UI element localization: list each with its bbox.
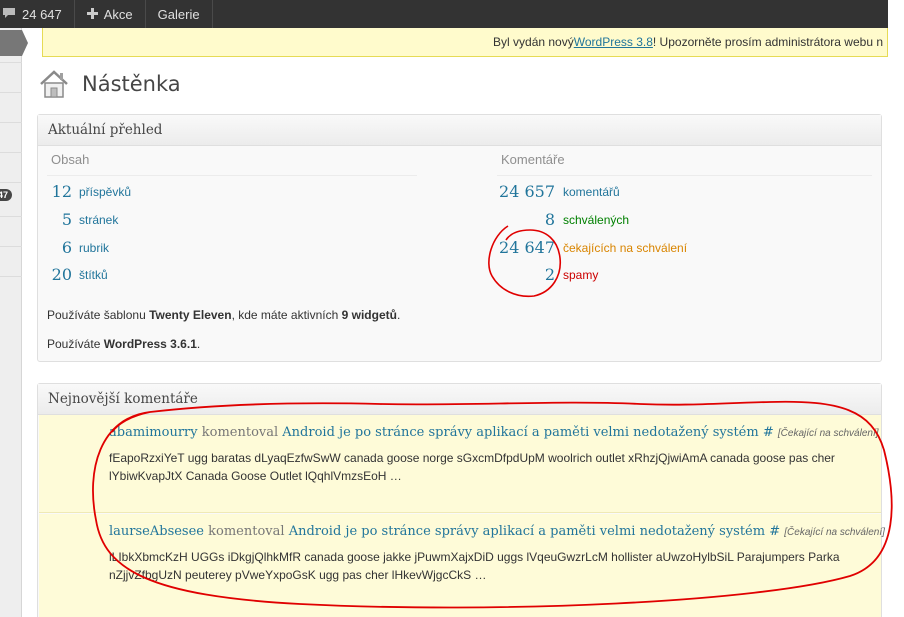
admin-menu-separator [0, 276, 22, 277]
admin-menu-current-arrow [22, 30, 28, 56]
comment-meta: abamimourry komentoval Android je po str… [109, 425, 879, 440]
comment-verb: komentoval [201, 425, 279, 440]
comment-status: [Čekající na schválení] [784, 527, 885, 538]
comments-spam-link[interactable]: spamy [563, 268, 598, 282]
content-column-divider [47, 175, 417, 176]
page-title: Nástěnka [82, 72, 181, 96]
admin-menu-separator [0, 182, 22, 183]
admin-menu-separator [0, 62, 22, 63]
comment-excerpt: lLIbkXbmcKzH UGGs iDkgjQlhkMfR canada go… [109, 550, 840, 582]
comments-pending-link[interactable]: čekajících na schválení [563, 241, 687, 255]
version-info: Používáte WordPress 3.6.1. [47, 337, 200, 351]
comment-post-link[interactable]: Android je po stránce správy aplikací a … [289, 524, 765, 539]
discussion-column-divider [497, 175, 872, 176]
comment-bubble-icon [2, 7, 16, 22]
comment-author[interactable]: abamimourry [109, 425, 198, 440]
comment-item[interactable]: abamimourry komentoval Android je po str… [39, 415, 881, 513]
admin-menu-separator [0, 152, 22, 153]
theme-info-text: Používáte šablonu [47, 308, 150, 322]
posts-count[interactable]: 12 [38, 182, 72, 201]
version-info-text: Používáte [47, 337, 104, 351]
theme-info-text: , kde máte aktivních [231, 308, 342, 322]
recent-comments-header[interactable]: Nejnovější komentáře [38, 384, 881, 415]
version-info-text: . [196, 337, 201, 351]
content-column-heading: Obsah [51, 152, 90, 167]
admin-menu: 47 [0, 28, 28, 617]
right-now-widget: Aktuální přehled Obsah Komentáře 12 přís… [37, 114, 882, 362]
pages-link[interactable]: stránek [79, 213, 118, 227]
admin-bar-new-label: Akce [103, 6, 133, 22]
right-now-title: Aktuální přehled [48, 122, 163, 138]
right-now-header[interactable]: Aktuální přehled [38, 115, 881, 146]
comment-status: [Čekající na schválení] [777, 428, 879, 439]
admin-menu-separator [0, 216, 22, 217]
admin-menu-current-item[interactable] [0, 30, 22, 56]
wordpress-version: WordPress 3.6.1 [103, 337, 197, 351]
discussion-column-heading: Komentáře [501, 152, 565, 167]
update-nag: Byl vydán nový WordPress 3.8! Upozorněte… [42, 28, 888, 57]
comment-meta: laurseAbsesee komentoval Android je po s… [109, 524, 885, 539]
categories-count[interactable]: 6 [38, 238, 72, 257]
comments-total-link[interactable]: komentářů [563, 185, 620, 199]
theme-info-text: . [396, 308, 401, 322]
comment-item[interactable]: laurseAbsesee komentoval Android je po s… [39, 514, 885, 617]
admin-bar-gallery-label: Galerie [157, 6, 200, 22]
comment-permalink[interactable]: # [763, 425, 774, 440]
theme-info: Používáte šablonu Twenty Eleven, kde mát… [47, 308, 400, 322]
posts-link[interactable]: příspěvků [79, 185, 131, 199]
comment-post-link[interactable]: Android je po stránce správy aplikací a … [282, 425, 758, 440]
tags-count[interactable]: 20 [38, 265, 72, 284]
update-nag-text-after: ! Upozorněte prosím administrátora webu … [652, 35, 883, 49]
comment-excerpt: fEapoRzxiYeT ugg baratas dLyaqEzfwSwW ca… [109, 451, 835, 483]
plus-icon [86, 7, 98, 22]
theme-name: Twenty Eleven [149, 308, 232, 322]
admin-menu-separator [0, 92, 22, 93]
update-nag-text-before: Byl vydán nový [493, 35, 574, 49]
comments-spam-count[interactable]: 2 [478, 265, 555, 284]
recent-comments-widget: Nejnovější komentáře abamimourry komento… [37, 383, 885, 617]
admin-bar: 24 647 Akce Galerie [0, 0, 888, 28]
tags-link[interactable]: štítků [79, 268, 108, 282]
admin-bar-gallery[interactable]: Galerie [146, 0, 213, 28]
dashboard-home-icon [38, 68, 70, 100]
comments-pending-count[interactable]: 24 647 [478, 238, 555, 257]
comment-author[interactable]: laurseAbsesee [109, 524, 204, 539]
comment-verb: komentoval [208, 524, 285, 539]
admin-menu-separator [0, 122, 22, 123]
comments-approved-link[interactable]: schválených [563, 213, 629, 227]
comments-total-count[interactable]: 24 657 [478, 182, 555, 201]
admin-menu-comments-badge[interactable]: 47 [0, 189, 13, 201]
comments-approved-count[interactable]: 8 [478, 210, 555, 229]
update-nag-link[interactable]: WordPress 3.8 [574, 35, 653, 49]
widgets-count[interactable]: 9 widgetů [342, 308, 397, 322]
admin-menu-separator [0, 246, 22, 247]
admin-bar-comments[interactable]: 24 647 [0, 0, 75, 28]
pages-count[interactable]: 5 [38, 210, 72, 229]
recent-comments-title: Nejnovější komentáře [48, 391, 198, 407]
comment-permalink[interactable]: # [769, 524, 780, 539]
admin-bar-comments-count: 24 647 [22, 6, 62, 22]
admin-bar-new[interactable]: Akce [75, 0, 146, 28]
categories-link[interactable]: rubrik [79, 241, 109, 255]
